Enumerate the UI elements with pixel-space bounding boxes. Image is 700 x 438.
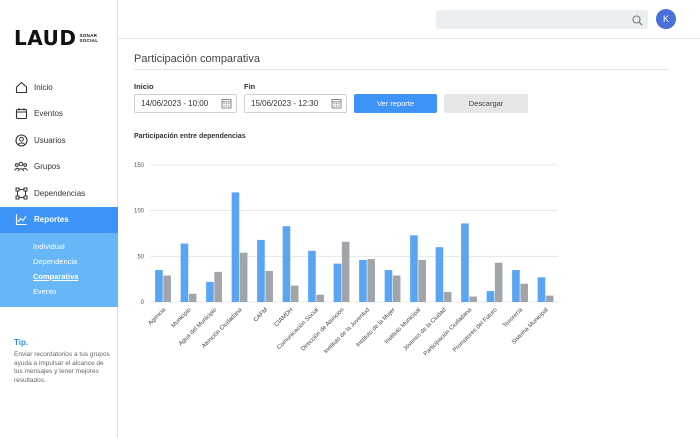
y-tick-label: 50 [137, 254, 144, 260]
sidebar-item-label: Inicio [34, 82, 53, 92]
bar-series-a[interactable] [257, 239, 265, 302]
sidebar-item-label: Usuarios [34, 135, 66, 145]
network-icon [14, 186, 28, 200]
calendar-icon[interactable] [331, 98, 342, 115]
x-tick-label: Instituto de la Juventud [323, 307, 371, 355]
page-title: Participación comparativa [134, 53, 260, 65]
tip-box: Tip. Enviar recordatorios a tus grupos a… [14, 338, 110, 386]
x-tick-label: Participación Ciudadana [423, 307, 474, 358]
group-icon [14, 160, 28, 174]
y-tick-label: 100 [134, 209, 145, 215]
bar-series-b[interactable] [214, 271, 222, 302]
end-datetime-value: 15/06/2023 - 12:30 [251, 99, 319, 108]
bar-series-b[interactable] [469, 296, 477, 302]
tip-title: Tip. [14, 338, 29, 347]
sidebar-item-inicio[interactable]: Inicio [0, 74, 118, 101]
bar-series-b[interactable] [545, 295, 554, 302]
x-tick-label: Dirección de Atención [300, 307, 345, 352]
x-tick-label: Jóvenes de la Ciudad [403, 307, 448, 352]
calendar-icon [14, 107, 28, 121]
sidebar-nav: Inicio Eventos Usuarios Grupos Dependenc… [0, 74, 118, 307]
reportes-submenu: Individual Dependencia Comparativa Event… [0, 233, 118, 307]
end-label: Fin [244, 82, 256, 91]
sidebar-item-label: Reportes [34, 215, 69, 225]
bar-series-a[interactable] [333, 263, 342, 302]
bar-series-a[interactable] [537, 277, 546, 302]
bar-series-b[interactable] [392, 275, 401, 302]
bar-series-a[interactable] [180, 243, 189, 302]
x-tick-label: Agencia [148, 307, 168, 327]
sidebar-item-grupos[interactable]: Grupos [0, 154, 118, 181]
bar-series-a[interactable] [206, 281, 214, 302]
topbar: K [118, 0, 700, 39]
view-report-button[interactable]: Ver reporte [354, 94, 437, 113]
start-datetime-value: 14/06/2023 - 10:00 [141, 99, 209, 108]
sidebar-item-usuarios[interactable]: Usuarios [0, 127, 118, 154]
end-datetime-field[interactable]: 15/06/2023 - 12:30 [244, 94, 347, 113]
download-button[interactable]: Descargar [444, 94, 528, 113]
bar-series-a[interactable] [155, 270, 163, 302]
user-icon [14, 133, 28, 147]
bar-series-a[interactable] [359, 259, 367, 302]
sidebar-item-dependencias[interactable]: Dependencias [0, 180, 118, 207]
bar-series-b[interactable] [418, 259, 426, 302]
bar-series-a[interactable] [308, 250, 316, 302]
x-tick-label: Municipio [170, 307, 193, 330]
sidebar-item-label: Eventos [34, 109, 63, 119]
bar-series-b[interactable] [520, 283, 528, 302]
bar-series-b[interactable] [290, 285, 299, 302]
x-tick-label: Promotores del Futuro [452, 307, 499, 354]
bar-series-b[interactable] [265, 270, 273, 302]
home-icon [14, 80, 28, 94]
bar-chart: 050100150 Agencia MunicipioAgua del Munic… [134, 163, 558, 358]
logo[interactable]: LAUD SONAR SOCIAL [14, 26, 98, 50]
bar-series-b[interactable] [316, 294, 324, 302]
logo-wordmark: LAUD [14, 26, 77, 50]
sidebar-item-eventos[interactable]: Eventos [0, 101, 118, 128]
avatar[interactable]: K [656, 9, 676, 29]
bar-series-a[interactable] [486, 291, 495, 302]
tip-text: Enviar recordatorios a tus grupos ayuda … [14, 351, 110, 385]
bar-series-a[interactable] [512, 270, 520, 302]
logo-tagline: SONAR SOCIAL [79, 33, 99, 43]
bar-series-a[interactable] [231, 192, 240, 302]
bar-series-b[interactable] [443, 291, 452, 302]
bar-series-a[interactable] [410, 235, 418, 302]
title-divider [134, 69, 668, 70]
bar-series-a[interactable] [282, 226, 291, 302]
bar-series-b[interactable] [367, 259, 375, 302]
x-tick-label: Tesorería [502, 307, 524, 329]
chart-icon [14, 213, 28, 227]
start-label: Inicio [134, 82, 154, 91]
subitem-individual[interactable]: Individual [0, 239, 118, 254]
x-tick-label: CIAMDH [274, 307, 295, 328]
bar-series-a[interactable] [384, 270, 393, 302]
y-tick-label: 0 [141, 300, 145, 306]
sidebar-item-label: Dependencias [34, 188, 86, 198]
bar-series-a[interactable] [461, 223, 469, 302]
x-tick-label: CAFM [253, 307, 269, 323]
sidebar: LAUD SONAR SOCIAL Inicio Eventos Usuarios [0, 0, 118, 438]
search-icon[interactable] [632, 13, 643, 31]
y-tick-label: 150 [134, 163, 145, 169]
bar-series-a[interactable] [435, 247, 444, 302]
calendar-icon[interactable] [221, 98, 232, 115]
subitem-evento[interactable]: Evento [0, 284, 118, 299]
search-input[interactable] [436, 10, 648, 29]
bar-series-b[interactable] [494, 262, 503, 302]
bar-series-b[interactable] [188, 293, 197, 302]
start-datetime-field[interactable]: 14/06/2023 - 10:00 [134, 94, 237, 113]
chart-title: Participación entre dependencias [134, 133, 246, 140]
subitem-dependencia[interactable]: Dependencia [0, 254, 118, 269]
subitem-comparativa[interactable]: Comparativa [0, 269, 118, 284]
sidebar-item-label: Grupos [34, 162, 61, 172]
bar-series-b[interactable] [239, 252, 248, 302]
bar-series-b[interactable] [163, 275, 171, 302]
sidebar-item-reportes[interactable]: Reportes [0, 206, 118, 233]
bar-series-b[interactable] [341, 241, 350, 302]
